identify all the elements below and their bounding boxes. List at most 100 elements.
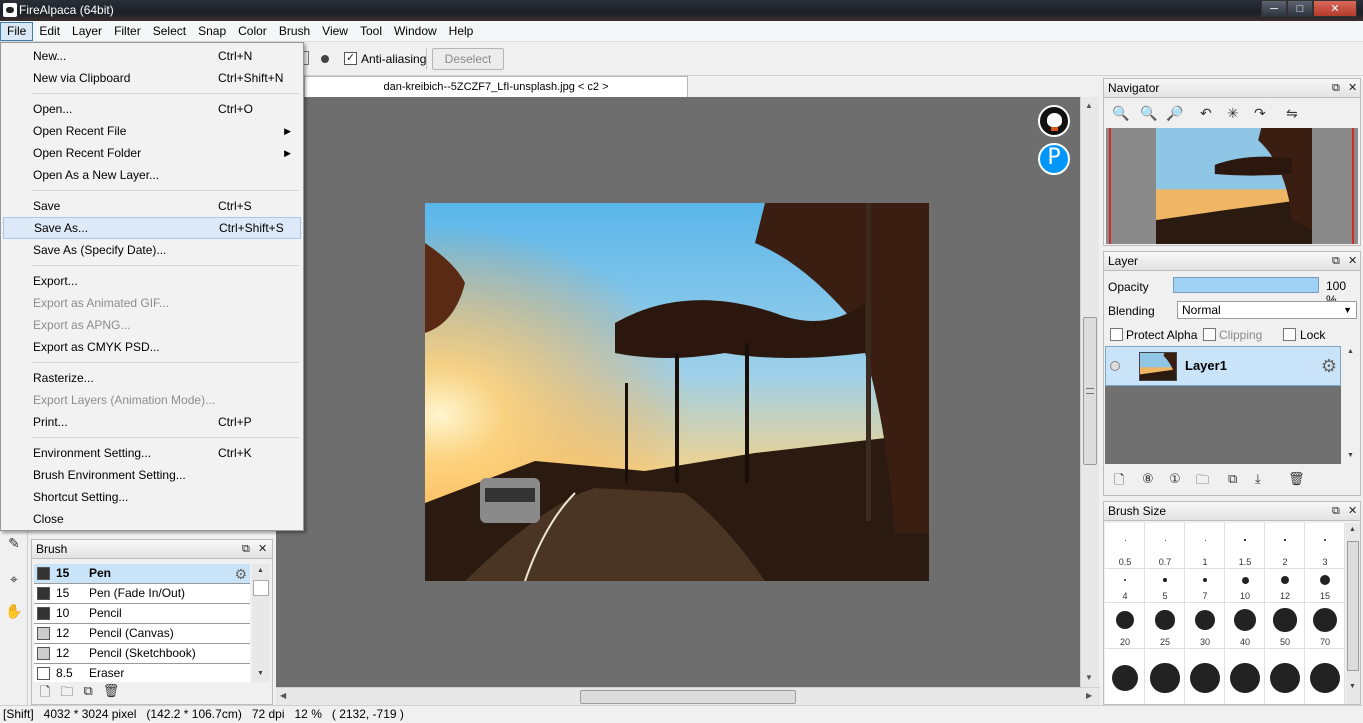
minimize-button[interactable]: ─	[1261, 0, 1287, 17]
brush-size-scroll-thumb[interactable]	[1347, 541, 1359, 671]
file-menu-item-save-as-specify-date[interactable]: Save As (Specify Date)...	[3, 239, 301, 261]
float-panel-icon[interactable]: ⧉	[1332, 252, 1340, 271]
duplicate-layer-icon[interactable]: ⧉	[1228, 471, 1237, 487]
canvas-horizontal-scrollbar[interactable]: ◀ ▶	[276, 687, 1100, 705]
flip-icon[interactable]: ⇋	[1286, 105, 1298, 122]
file-menu-item-brush-environment-setting[interactable]: Brush Environment Setting...	[3, 464, 301, 486]
brush-size-cell-0-7[interactable]: 0.7	[1145, 523, 1185, 569]
scroll-up-arrow-icon[interactable]: ▲	[1085, 101, 1093, 110]
scroll-down-arrow-icon[interactable]: ▼	[1085, 673, 1093, 682]
canvas-image[interactable]	[425, 203, 929, 581]
float-panel-icon[interactable]: ⧉	[242, 540, 250, 559]
scroll-up-arrow-icon[interactable]: ▲	[1349, 526, 1356, 533]
canvas-vertical-scrollbar[interactable]: ▲ ▼	[1080, 97, 1099, 687]
brush-size-cell-40[interactable]: 40	[1225, 603, 1265, 649]
new-8bit-layer-icon[interactable]: ⑧	[1142, 471, 1154, 487]
close-window-button[interactable]: ✕	[1313, 0, 1357, 17]
brush-size-cell-200[interactable]	[1185, 649, 1225, 704]
brush-size-cell-5[interactable]: 5	[1145, 569, 1185, 603]
protect-alpha-checkbox[interactable]	[1110, 328, 1123, 341]
canvas-area[interactable]: P	[276, 97, 1080, 687]
brush-size-cell-30[interactable]: 30	[1185, 603, 1225, 649]
menu-file[interactable]: File	[0, 21, 34, 41]
scroll-up-arrow-icon[interactable]: ▲	[1347, 348, 1354, 355]
brush-dot-icon[interactable]	[321, 55, 329, 63]
brush-size-cell-10[interactable]: 10	[1225, 569, 1265, 603]
float-panel-icon[interactable]: ⧉	[1332, 79, 1340, 98]
navigator-panel-header[interactable]: Navigator ⧉ ✕	[1104, 79, 1360, 98]
brush-size-cell-1[interactable]: 1	[1185, 523, 1225, 569]
file-menu-item-export[interactable]: Export...	[3, 270, 301, 292]
close-panel-icon[interactable]: ✕	[1348, 502, 1357, 521]
layer-row[interactable]: Layer1 ⚙	[1105, 346, 1341, 386]
merge-down-icon[interactable]: ⤓	[1255, 471, 1261, 487]
brush-list-scrollbar[interactable]: ▲ ▼	[252, 564, 270, 682]
trash-icon[interactable]: 🗑	[103, 683, 120, 705]
brush-size-cell-4[interactable]: 4	[1105, 569, 1145, 603]
brush-size-cell-25[interactable]: 25	[1145, 603, 1185, 649]
menu-window[interactable]: Window	[388, 22, 443, 41]
brush-size-cell-12[interactable]: 12	[1265, 569, 1305, 603]
menu-layer[interactable]: Layer	[66, 22, 108, 41]
file-menu-item-environment-setting[interactable]: Environment Setting... Ctrl+K	[3, 442, 301, 464]
layer-list-scrollbar[interactable]: ▲ ▼	[1344, 346, 1358, 464]
brush-size-cell-1-5[interactable]: 1.5	[1225, 523, 1265, 569]
float-panel-icon[interactable]: ⧉	[1332, 502, 1340, 521]
layer-visibility-toggle[interactable]	[1110, 361, 1120, 371]
pen-tool-icon[interactable]: ✎	[5, 534, 23, 552]
file-menu-item-close[interactable]: Close	[3, 508, 301, 530]
brush-size-cell-150[interactable]	[1145, 649, 1185, 704]
menu-select[interactable]: Select	[147, 22, 192, 41]
menu-brush[interactable]: Brush	[273, 22, 316, 41]
navigator-view[interactable]	[1106, 128, 1358, 244]
brush-size-panel-header[interactable]: Brush Size ⧉ ✕	[1104, 502, 1360, 521]
brush-size-scrollbar[interactable]: ▲ ▼	[1346, 523, 1360, 704]
brush-panel-header[interactable]: Brush ⧉ ✕	[32, 540, 272, 559]
scroll-up-arrow-icon[interactable]: ▲	[257, 567, 264, 574]
maximize-button[interactable]: □	[1287, 0, 1313, 17]
scroll-down-arrow-icon[interactable]: ▼	[257, 670, 264, 677]
brush-size-cell-0-5[interactable]: 0.5	[1105, 523, 1145, 569]
duplicate-icon[interactable]: ⧉	[83, 683, 92, 705]
menu-edit[interactable]: Edit	[33, 22, 66, 41]
delete-layer-icon[interactable]: 🗑	[1288, 471, 1305, 487]
file-menu-item-open-as-a-new-layer[interactable]: Open As a New Layer...	[3, 164, 301, 186]
menu-tool[interactable]: Tool	[354, 22, 388, 41]
brush-item-pencil[interactable]: 10 Pencil	[34, 604, 250, 624]
brush-scroll-thumb[interactable]	[253, 580, 269, 596]
scroll-right-arrow-icon[interactable]: ▶	[1086, 691, 1092, 700]
folder-icon[interactable]: 🗀	[60, 683, 73, 705]
eyedropper-tool-icon[interactable]: ⌖	[5, 570, 23, 588]
opacity-slider[interactable]	[1173, 277, 1319, 293]
menu-snap[interactable]: Snap	[192, 22, 232, 41]
deselect-button[interactable]: Deselect	[432, 48, 504, 70]
file-menu-item-rasterize[interactable]: Rasterize...	[3, 367, 301, 389]
brush-size-cell-300[interactable]	[1225, 649, 1265, 704]
rotate-reset-icon[interactable]: ✳	[1227, 105, 1239, 122]
hand-tool-icon[interactable]: ✋	[5, 602, 23, 620]
brush-size-cell-400[interactable]	[1265, 649, 1305, 704]
scroll-down-arrow-icon[interactable]: ▼	[1347, 452, 1354, 459]
antialiasing-checkbox[interactable]: ✓	[344, 52, 357, 65]
gear-icon[interactable]: ⚙	[1321, 356, 1337, 377]
new-folder-icon[interactable]: 🗀	[1196, 471, 1209, 493]
layer-panel-header[interactable]: Layer ⧉ ✕	[1104, 252, 1360, 271]
close-panel-icon[interactable]: ✕	[1348, 252, 1357, 271]
document-tab[interactable]: dan-kreibich--5ZCZF7_LfI-unsplash.jpg < …	[304, 76, 688, 97]
brush-size-cell-50[interactable]: 50	[1265, 603, 1305, 649]
brush-size-cell-70[interactable]: 70	[1305, 603, 1345, 649]
brush-size-cell-15[interactable]: 15	[1305, 569, 1345, 603]
brush-size-cell-2[interactable]: 2	[1265, 523, 1305, 569]
zoom-in-icon[interactable]: 🔍	[1112, 105, 1129, 122]
file-menu-item-save[interactable]: Save Ctrl+S	[3, 195, 301, 217]
close-panel-icon[interactable]: ✕	[258, 540, 267, 559]
file-menu-item-open[interactable]: Open... Ctrl+O	[3, 98, 301, 120]
brush-size-cell-20[interactable]: 20	[1105, 603, 1145, 649]
brush-item-pencil-sketchbook[interactable]: 12 Pencil (Sketchbook)	[34, 644, 250, 664]
rotate-left-icon[interactable]: ↶	[1200, 105, 1212, 122]
lock-checkbox[interactable]	[1283, 328, 1296, 341]
file-menu-item-open-recent-folder[interactable]: Open Recent Folder ▶	[3, 142, 301, 164]
file-menu-item-open-recent-file[interactable]: Open Recent File ▶	[3, 120, 301, 142]
menu-color[interactable]: Color	[232, 22, 273, 41]
file-menu-item-print[interactable]: Print... Ctrl+P	[3, 411, 301, 433]
